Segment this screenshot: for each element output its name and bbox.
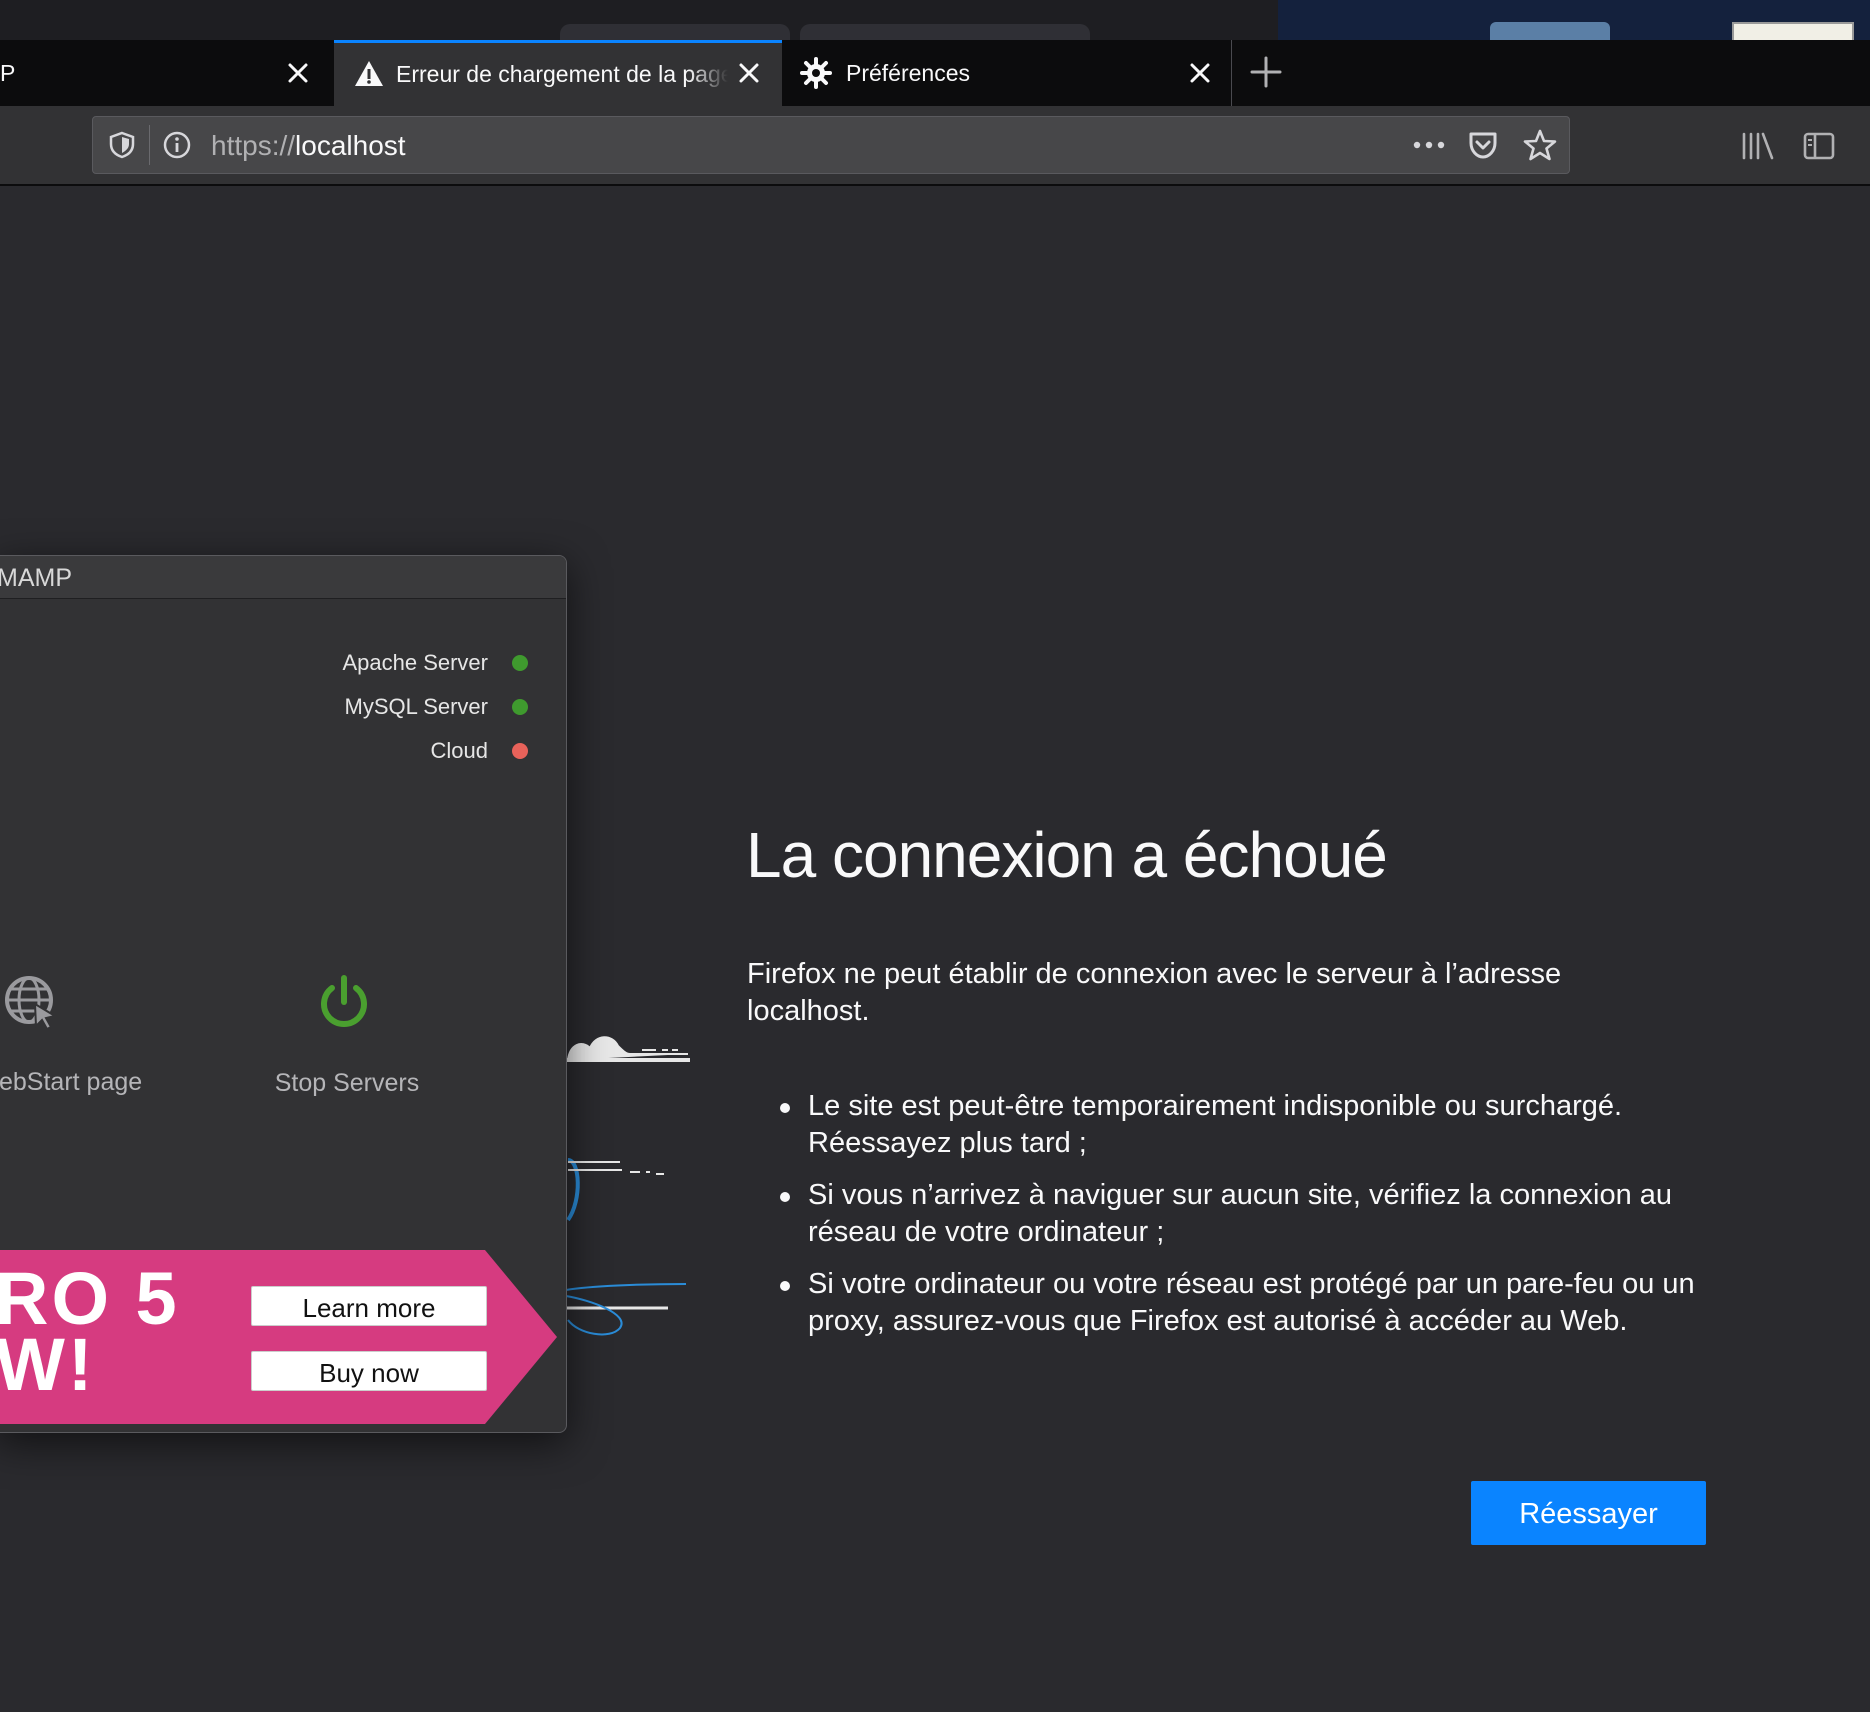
list-item: Si vous n’arrivez à naviguer sur aucun s… — [748, 1177, 1728, 1251]
navigation-toolbar: https://localhost — [0, 106, 1870, 186]
mamp-titlebar[interactable]: MAMP — [0, 556, 566, 599]
status-indicator — [512, 743, 528, 759]
tab-preferences[interactable]: Préférences — [782, 40, 1232, 106]
tab-error-page[interactable]: Erreur de chargement de la page — [334, 40, 782, 106]
tab-label: P — [0, 59, 16, 86]
desktop-background — [1278, 0, 1870, 42]
list-item: Si votre ordinateur ou votre réseau est … — [748, 1266, 1728, 1340]
server-status-cloud: Cloud — [431, 738, 528, 764]
bookmark-star-icon[interactable] — [1523, 128, 1557, 162]
tab-label: Erreur de chargement de la page — [396, 61, 728, 87]
mamp-window: MAMP Apache Server MySQL Server Cloud eb… — [0, 555, 567, 1433]
tab-bar: P Erreur de chargement de la page Préfér… — [0, 40, 1870, 106]
sidebar-icon[interactable] — [1802, 130, 1836, 162]
document-icon[interactable] — [1732, 22, 1854, 42]
library-icon[interactable] — [1740, 130, 1776, 162]
shield-icon[interactable] — [109, 131, 135, 159]
promo-banner: RO 5 W! Learn more Buy now — [0, 1250, 557, 1424]
pocket-icon[interactable] — [1467, 129, 1499, 161]
folder-icon[interactable] — [1490, 22, 1610, 40]
status-indicator — [512, 655, 528, 671]
buy-now-button[interactable]: Buy now — [251, 1351, 487, 1391]
list-item: Le site est peut-être temporairement ind… — [748, 1088, 1728, 1162]
tab-mamp[interactable]: P — [0, 40, 334, 106]
info-icon[interactable] — [163, 131, 191, 159]
error-title: La connexion a échoué — [746, 819, 1388, 891]
more-actions-icon[interactable] — [1411, 133, 1447, 157]
close-icon[interactable] — [1185, 58, 1215, 88]
power-icon — [321, 975, 367, 1027]
background-search — [800, 24, 1090, 40]
close-icon[interactable] — [283, 58, 313, 88]
server-name: MySQL Server — [344, 694, 488, 719]
url-host: localhost — [295, 130, 406, 161]
close-icon[interactable] — [734, 58, 764, 88]
stop-servers-label: Stop Servers — [274, 1069, 420, 1097]
status-indicator — [512, 699, 528, 715]
server-name: Apache Server — [342, 650, 488, 675]
error-suggestions: Le site est peut-être temporairement ind… — [748, 1088, 1728, 1355]
retry-button[interactable]: Réessayer — [1471, 1481, 1706, 1545]
url-text[interactable]: https://localhost — [211, 130, 406, 162]
desktop-strip — [0, 0, 1870, 42]
url-protocol: https:// — [211, 130, 296, 161]
learn-more-button[interactable]: Learn more — [251, 1286, 487, 1326]
webstart-label: ebStart page — [0, 1068, 143, 1096]
server-name: Cloud — [430, 738, 488, 763]
url-separator — [149, 125, 150, 165]
error-illustration — [560, 1036, 690, 1336]
url-bar[interactable]: https://localhost — [92, 116, 1570, 174]
error-description: Firefox ne peut établir de connexion ave… — [747, 958, 1562, 1027]
new-tab-icon[interactable] — [1248, 54, 1284, 90]
globe-cursor-icon — [5, 976, 58, 1030]
mamp-title: MAMP — [0, 564, 72, 592]
background-toolbar — [560, 24, 790, 40]
server-status-mysql: MySQL Server — [345, 694, 528, 720]
promo-headline-2: W! — [0, 1323, 96, 1406]
gear-icon — [800, 57, 832, 89]
warning-icon — [355, 61, 383, 86]
tab-label: Préférences — [846, 59, 971, 86]
server-status-apache: Apache Server — [342, 650, 528, 676]
